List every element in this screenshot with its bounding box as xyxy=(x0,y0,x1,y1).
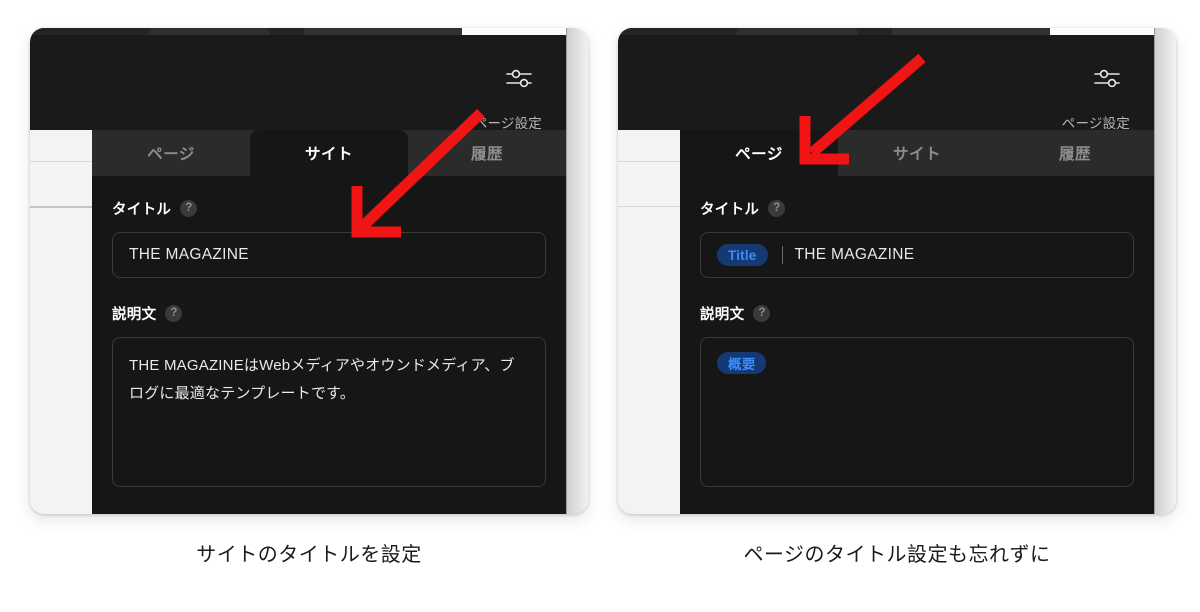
title-input[interactable]: THE MAGAZINE xyxy=(112,232,546,278)
tab-page[interactable]: ページ xyxy=(92,130,250,176)
title-token-chip[interactable]: Title xyxy=(717,244,768,266)
title-field-header: タイトル ? xyxy=(700,198,1134,219)
description-textarea-value: THE MAGAZINEはWebメディアやオウンドメディア、ブログに最適なテンプ… xyxy=(129,357,515,402)
help-icon[interactable]: ? xyxy=(165,305,183,322)
title-field-label: タイトル xyxy=(700,202,760,218)
screenshot-card-page-settings: ページ設定 ページ サイト 履歴 タイトル ? Title THE MAGAZI… xyxy=(618,28,1176,514)
description-token-chip[interactable]: 概要 xyxy=(717,352,767,374)
capture-right-edge xyxy=(1154,28,1176,514)
tab-history[interactable]: 履歴 xyxy=(996,130,1154,176)
sliders-icon[interactable] xyxy=(1093,66,1123,92)
caption-right: ページのタイトル設定も忘れずに xyxy=(743,544,1051,566)
description-field-label: 説明文 xyxy=(112,307,157,323)
panel-body-left: タイトル ? THE MAGAZINE 説明文 ? THE MAGAZINEはW… xyxy=(92,176,566,514)
description-field-header: 説明文 ? xyxy=(112,303,546,324)
tabbar-right: ページ サイト 履歴 xyxy=(680,130,1154,176)
browser-chrome-blank xyxy=(1050,28,1154,35)
page-settings-label: ページ設定 xyxy=(1061,116,1130,131)
browser-chrome-strip xyxy=(618,28,1154,35)
sliders-icon[interactable] xyxy=(505,66,535,92)
page-settings-label: ページ設定 xyxy=(473,116,542,131)
gutter-divider xyxy=(30,206,92,208)
title-input[interactable]: Title THE MAGAZINE xyxy=(700,232,1134,278)
tab-history[interactable]: 履歴 xyxy=(408,130,566,176)
inspector-panel-left: ページ設定 ページ サイト 履歴 タイトル ? THE MAGAZINE 説明文… xyxy=(30,28,566,514)
help-icon[interactable]: ? xyxy=(180,200,198,217)
capture-right-edge xyxy=(566,28,588,514)
token-separator xyxy=(781,246,783,264)
gutter-divider xyxy=(618,206,680,207)
browser-chrome-gap xyxy=(892,28,1104,35)
inspector-panel-right: ページ設定 ページ サイト 履歴 タイトル ? Title THE MAGAZI… xyxy=(618,28,1154,514)
description-field-label: 説明文 xyxy=(700,307,745,323)
tab-site[interactable]: サイト xyxy=(250,130,408,176)
browser-chrome-gap xyxy=(304,28,516,35)
description-textarea[interactable]: 概要 xyxy=(700,337,1134,487)
tabbar-left: ページ サイト 履歴 xyxy=(92,130,566,176)
page-content-gutter-right xyxy=(618,28,680,514)
browser-chrome-strip xyxy=(30,28,566,35)
panel-body-right: タイトル ? Title THE MAGAZINE 説明文 ? 概要 xyxy=(680,176,1154,514)
gutter-divider xyxy=(618,161,680,162)
title-input-value: THE MAGAZINE xyxy=(129,246,249,263)
browser-tab-sliver xyxy=(736,28,858,35)
description-textarea[interactable]: THE MAGAZINEはWebメディアやオウンドメディア、ブログに最適なテンプ… xyxy=(112,337,546,487)
title-field-header: タイトル ? xyxy=(112,198,546,219)
tab-site[interactable]: サイト xyxy=(838,130,996,176)
browser-tab-sliver xyxy=(148,28,270,35)
page-content-gutter-left xyxy=(30,28,92,514)
gutter-divider xyxy=(30,161,92,162)
help-icon[interactable]: ? xyxy=(753,305,771,322)
screenshot-card-site-settings: ページ設定 ページ サイト 履歴 タイトル ? THE MAGAZINE 説明文… xyxy=(30,28,588,514)
title-field-label: タイトル xyxy=(112,202,172,218)
caption-left: サイトのタイトルを設定 xyxy=(196,544,422,566)
description-field-header: 説明文 ? xyxy=(700,303,1134,324)
panel-toolbar-right: ページ設定 xyxy=(618,28,1154,131)
help-icon[interactable]: ? xyxy=(768,200,786,217)
tab-page[interactable]: ページ xyxy=(680,130,838,176)
panel-toolbar-left: ページ設定 xyxy=(30,28,566,131)
figure-stage: ページ設定 ページ サイト 履歴 タイトル ? THE MAGAZINE 説明文… xyxy=(0,0,1200,607)
title-input-value: THE MAGAZINE xyxy=(794,246,915,263)
browser-chrome-blank xyxy=(462,28,566,35)
